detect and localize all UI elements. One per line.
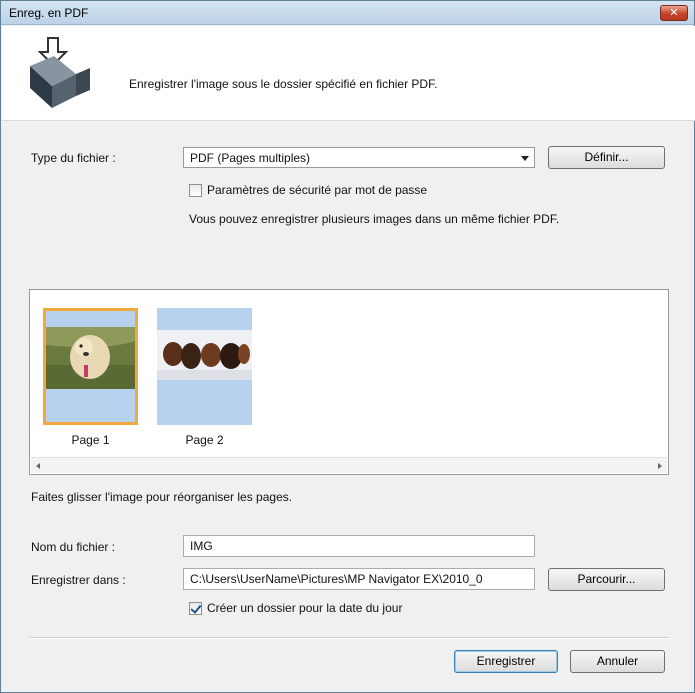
define-button[interactable]: Définir... xyxy=(548,146,665,169)
dog-photo-2 xyxy=(157,330,252,380)
file-name-label: Nom du fichier : xyxy=(31,540,116,554)
header-description: Enregistrer l'image sous le dossier spéc… xyxy=(129,77,438,91)
horizontal-scrollbar[interactable] xyxy=(31,457,667,473)
scroll-left-icon[interactable] xyxy=(36,463,40,469)
save-button[interactable]: Enregistrer xyxy=(454,650,558,673)
security-label: Paramètres de sécurité par mot de passe xyxy=(207,183,428,197)
page-thumbnail-1[interactable] xyxy=(43,308,138,425)
save-to-folder-icon xyxy=(30,37,90,108)
close-button[interactable]: ✕ xyxy=(660,5,688,21)
window-title: Enreg. en PDF xyxy=(9,6,89,20)
save-in-path-input[interactable]: C:\Users\UserName\Pictures\MP Navigator … xyxy=(183,568,535,590)
date-folder-label: Créer un dossier pour la date du jour xyxy=(207,601,403,615)
save-pdf-dialog: Enreg. en PDF ✕ Enregistrer l'image sous… xyxy=(0,0,695,693)
drag-hint: Faites glisser l'image pour réorganiser … xyxy=(31,490,293,504)
info-text: Vous pouvez enregistrer plusieurs images… xyxy=(189,212,560,226)
save-in-label: Enregistrer dans : xyxy=(31,573,126,587)
title-bar[interactable]: Enreg. en PDF ✕ xyxy=(1,1,694,25)
close-icon: ✕ xyxy=(669,7,679,19)
dog-photo-1 xyxy=(46,327,135,389)
file-type-value: PDF (Pages multiples) xyxy=(190,151,311,165)
file-name-input[interactable]: IMG xyxy=(183,535,535,557)
file-type-label: Type du fichier : xyxy=(31,151,116,165)
file-type-select[interactable]: PDF (Pages multiples) xyxy=(183,147,535,168)
browse-button[interactable]: Parcourir... xyxy=(548,568,665,591)
page-thumbnails-panel: Page 1 Page 2 xyxy=(29,289,669,475)
divider xyxy=(29,637,669,639)
cancel-button[interactable]: Annuler xyxy=(570,650,665,673)
chevron-down-icon xyxy=(521,156,529,161)
page-thumbnail-2[interactable] xyxy=(157,308,252,425)
page-label-2: Page 2 xyxy=(185,433,224,447)
date-folder-checkbox[interactable] xyxy=(189,602,202,615)
security-checkbox[interactable] xyxy=(189,184,202,197)
header-banner: Enregistrer l'image sous le dossier spéc… xyxy=(2,26,695,121)
page-label-1: Page 1 xyxy=(71,433,110,447)
scroll-right-icon[interactable] xyxy=(658,463,662,469)
